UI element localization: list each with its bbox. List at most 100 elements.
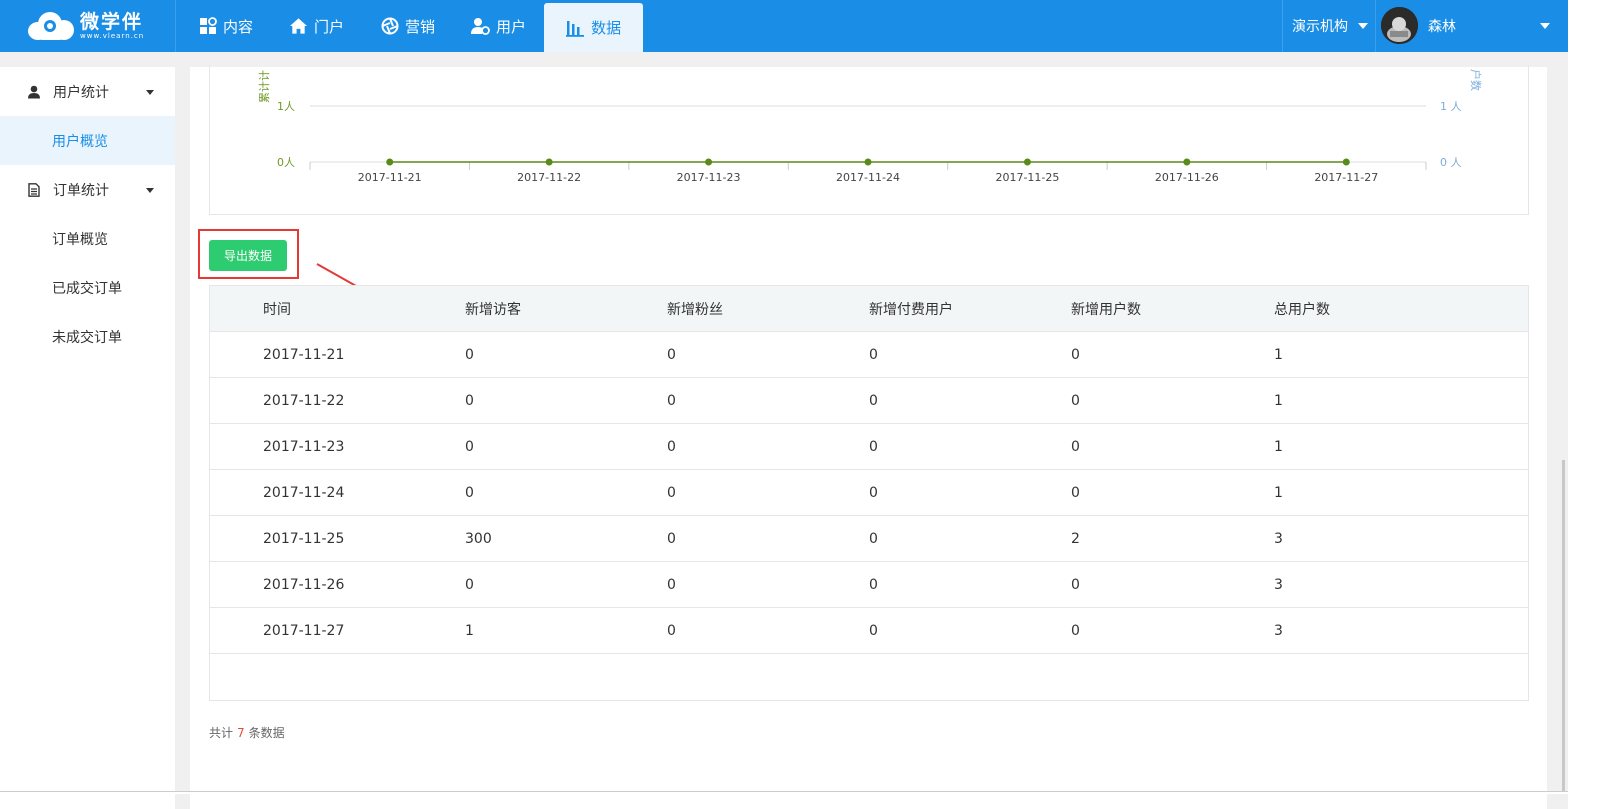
x-axis-tick-label: 2017-11-21	[358, 171, 422, 184]
home-icon	[289, 17, 308, 36]
x-axis-tick-label: 2017-11-27	[1314, 171, 1378, 184]
sidebar-group-order-stats[interactable]: 订单统计	[0, 165, 175, 214]
right-axis-tick-label: 0 人	[1440, 156, 1462, 169]
x-axis-tick-label: 2017-11-23	[677, 171, 741, 184]
sidebar-item-completed-orders[interactable]: 已成交订单	[0, 263, 175, 312]
cell-new-fans: 0	[667, 530, 676, 547]
export-data-button[interactable]: 导出数据	[209, 240, 287, 271]
sidebar-item-pending-orders[interactable]: 未成交订单	[0, 312, 175, 361]
cell-new-users: 0	[1071, 438, 1080, 455]
cell-new-fans: 0	[667, 576, 676, 593]
org-selector[interactable]: 演示机构	[1292, 16, 1368, 36]
nav-content-label: 内容	[223, 17, 254, 36]
nav-data-label: 数据	[591, 19, 622, 37]
top-bar: 微学伴 www.vlearn.cn 内容 门户 营销 用户 数据 演示机构 森林	[0, 0, 1598, 52]
sidebar-item-user-overview[interactable]: 用户概览	[0, 116, 175, 165]
cell-total-users: 1	[1274, 346, 1283, 363]
cell-total-users: 1	[1274, 392, 1283, 409]
nav-portal[interactable]: 门户	[271, 0, 362, 52]
data-point	[386, 158, 394, 166]
cell-new-users: 0	[1071, 392, 1080, 409]
document-icon	[28, 182, 42, 197]
cell-new-visitors: 0	[465, 576, 474, 593]
cell-new-visitors: 1	[465, 622, 474, 639]
total-count: 共计 7 条数据	[209, 724, 285, 741]
cell-time: 2017-11-22	[263, 392, 345, 409]
cell-new-visitors: 0	[465, 438, 474, 455]
cell-total-users: 3	[1274, 530, 1283, 547]
data-point	[545, 158, 553, 166]
nav-users[interactable]: 用户	[453, 0, 544, 52]
cell-time: 2017-11-26	[263, 576, 345, 593]
cell-new-visitors: 0	[465, 484, 474, 501]
col-header-new-fans: 新增粉丝	[667, 301, 723, 318]
cell-new-paid-users: 0	[869, 576, 878, 593]
cell-new-paid-users: 0	[869, 392, 878, 409]
x-axis-tick-label: 2017-11-26	[1155, 171, 1219, 184]
user-trend-chart: 累计计 户数 0人 0 人 1人 1 人 2017-11-21 2017-11-22 201…	[258, 69, 1483, 184]
user-menu-chevron-icon[interactable]	[1540, 23, 1550, 29]
sidebar-group-label: 用户统计	[53, 84, 109, 101]
nav-marketing[interactable]: 营销	[362, 0, 453, 52]
left-axis-title: 累计计	[258, 70, 271, 103]
col-header-new-users: 新增用户数	[1071, 301, 1141, 318]
x-axis-tick-label: 2017-11-24	[836, 171, 900, 184]
table-row: 2017-11-24 0 0 0 0 1	[210, 470, 1528, 516]
right-axis-tick-label: 1 人	[1440, 100, 1462, 113]
cell-new-paid-users: 0	[869, 346, 878, 363]
chevron-down-icon	[1358, 23, 1368, 29]
cell-new-users: 2	[1071, 530, 1080, 547]
data-point	[1342, 158, 1350, 166]
cloud-logo-icon	[28, 10, 74, 42]
cell-new-fans: 0	[667, 622, 676, 639]
cell-total-users: 3	[1274, 622, 1283, 639]
right-axis-title: 户数	[1469, 69, 1483, 91]
sidebar-group-user-stats[interactable]: 用户统计	[0, 67, 175, 116]
cell-new-paid-users: 0	[869, 530, 878, 547]
main-content: 累计计 户数 0人 0 人 1人 1 人 2017-11-21 2017-11-22 201…	[190, 65, 1547, 809]
table-row: 2017-11-26 0 0 0 0 3	[210, 562, 1528, 608]
nav-users-label: 用户	[496, 17, 527, 36]
main-nav: 内容 门户 营销 用户 数据	[180, 0, 644, 52]
scrollbar-thumb[interactable]	[1562, 460, 1565, 794]
col-header-new-visitors: 新增访客	[465, 301, 521, 318]
cell-time: 2017-11-23	[263, 438, 345, 455]
cell-new-paid-users: 0	[869, 622, 878, 639]
cell-new-visitors: 300	[465, 530, 492, 547]
avatar[interactable]	[1381, 7, 1418, 44]
nav-data[interactable]: 数据	[544, 3, 644, 52]
cell-new-visitors: 0	[465, 346, 474, 363]
user-icon	[28, 85, 42, 99]
data-point	[705, 158, 713, 166]
logo[interactable]: 微学伴 www.vlearn.cn	[28, 8, 144, 44]
cell-total-users: 1	[1274, 438, 1283, 455]
total-number: 7	[237, 726, 245, 740]
cell-new-paid-users: 0	[869, 484, 878, 501]
cell-new-users: 0	[1071, 622, 1080, 639]
chart-panel: 累计计 户数 0人 0 人 1人 1 人 2017-11-21 2017-11-22 201…	[209, 65, 1529, 215]
cell-time: 2017-11-25	[263, 530, 345, 547]
left-axis-tick-label: 0人	[277, 156, 295, 169]
cell-total-users: 3	[1274, 576, 1283, 593]
aperture-icon	[380, 17, 399, 36]
chevron-down-icon	[146, 90, 154, 95]
cell-new-visitors: 0	[465, 392, 474, 409]
total-prefix: 共计	[209, 726, 234, 740]
user-gear-icon	[471, 17, 490, 36]
bar-chart-icon	[566, 18, 585, 37]
col-header-time: 时间	[263, 301, 291, 318]
brand-url: www.vlearn.cn	[80, 31, 145, 40]
nav-content[interactable]: 内容	[180, 0, 271, 52]
cell-new-users: 0	[1071, 346, 1080, 363]
cell-new-fans: 0	[667, 484, 676, 501]
table-row: 2017-11-21 0 0 0 0 1	[210, 332, 1528, 378]
user-name[interactable]: 森林	[1428, 16, 1456, 36]
total-suffix: 条数据	[248, 726, 285, 740]
cell-new-fans: 0	[667, 392, 676, 409]
cell-total-users: 1	[1274, 484, 1283, 501]
brand-name: 微学伴	[80, 10, 144, 33]
sidebar-item-order-overview[interactable]: 订单概览	[0, 214, 175, 263]
stats-table: 时间 新增访客 新增粉丝 新增付费用户 新增用户数 总用户数 2017-11-2…	[209, 285, 1529, 701]
data-point	[864, 158, 872, 166]
table-row: 2017-11-22 0 0 0 0 1	[210, 378, 1528, 424]
